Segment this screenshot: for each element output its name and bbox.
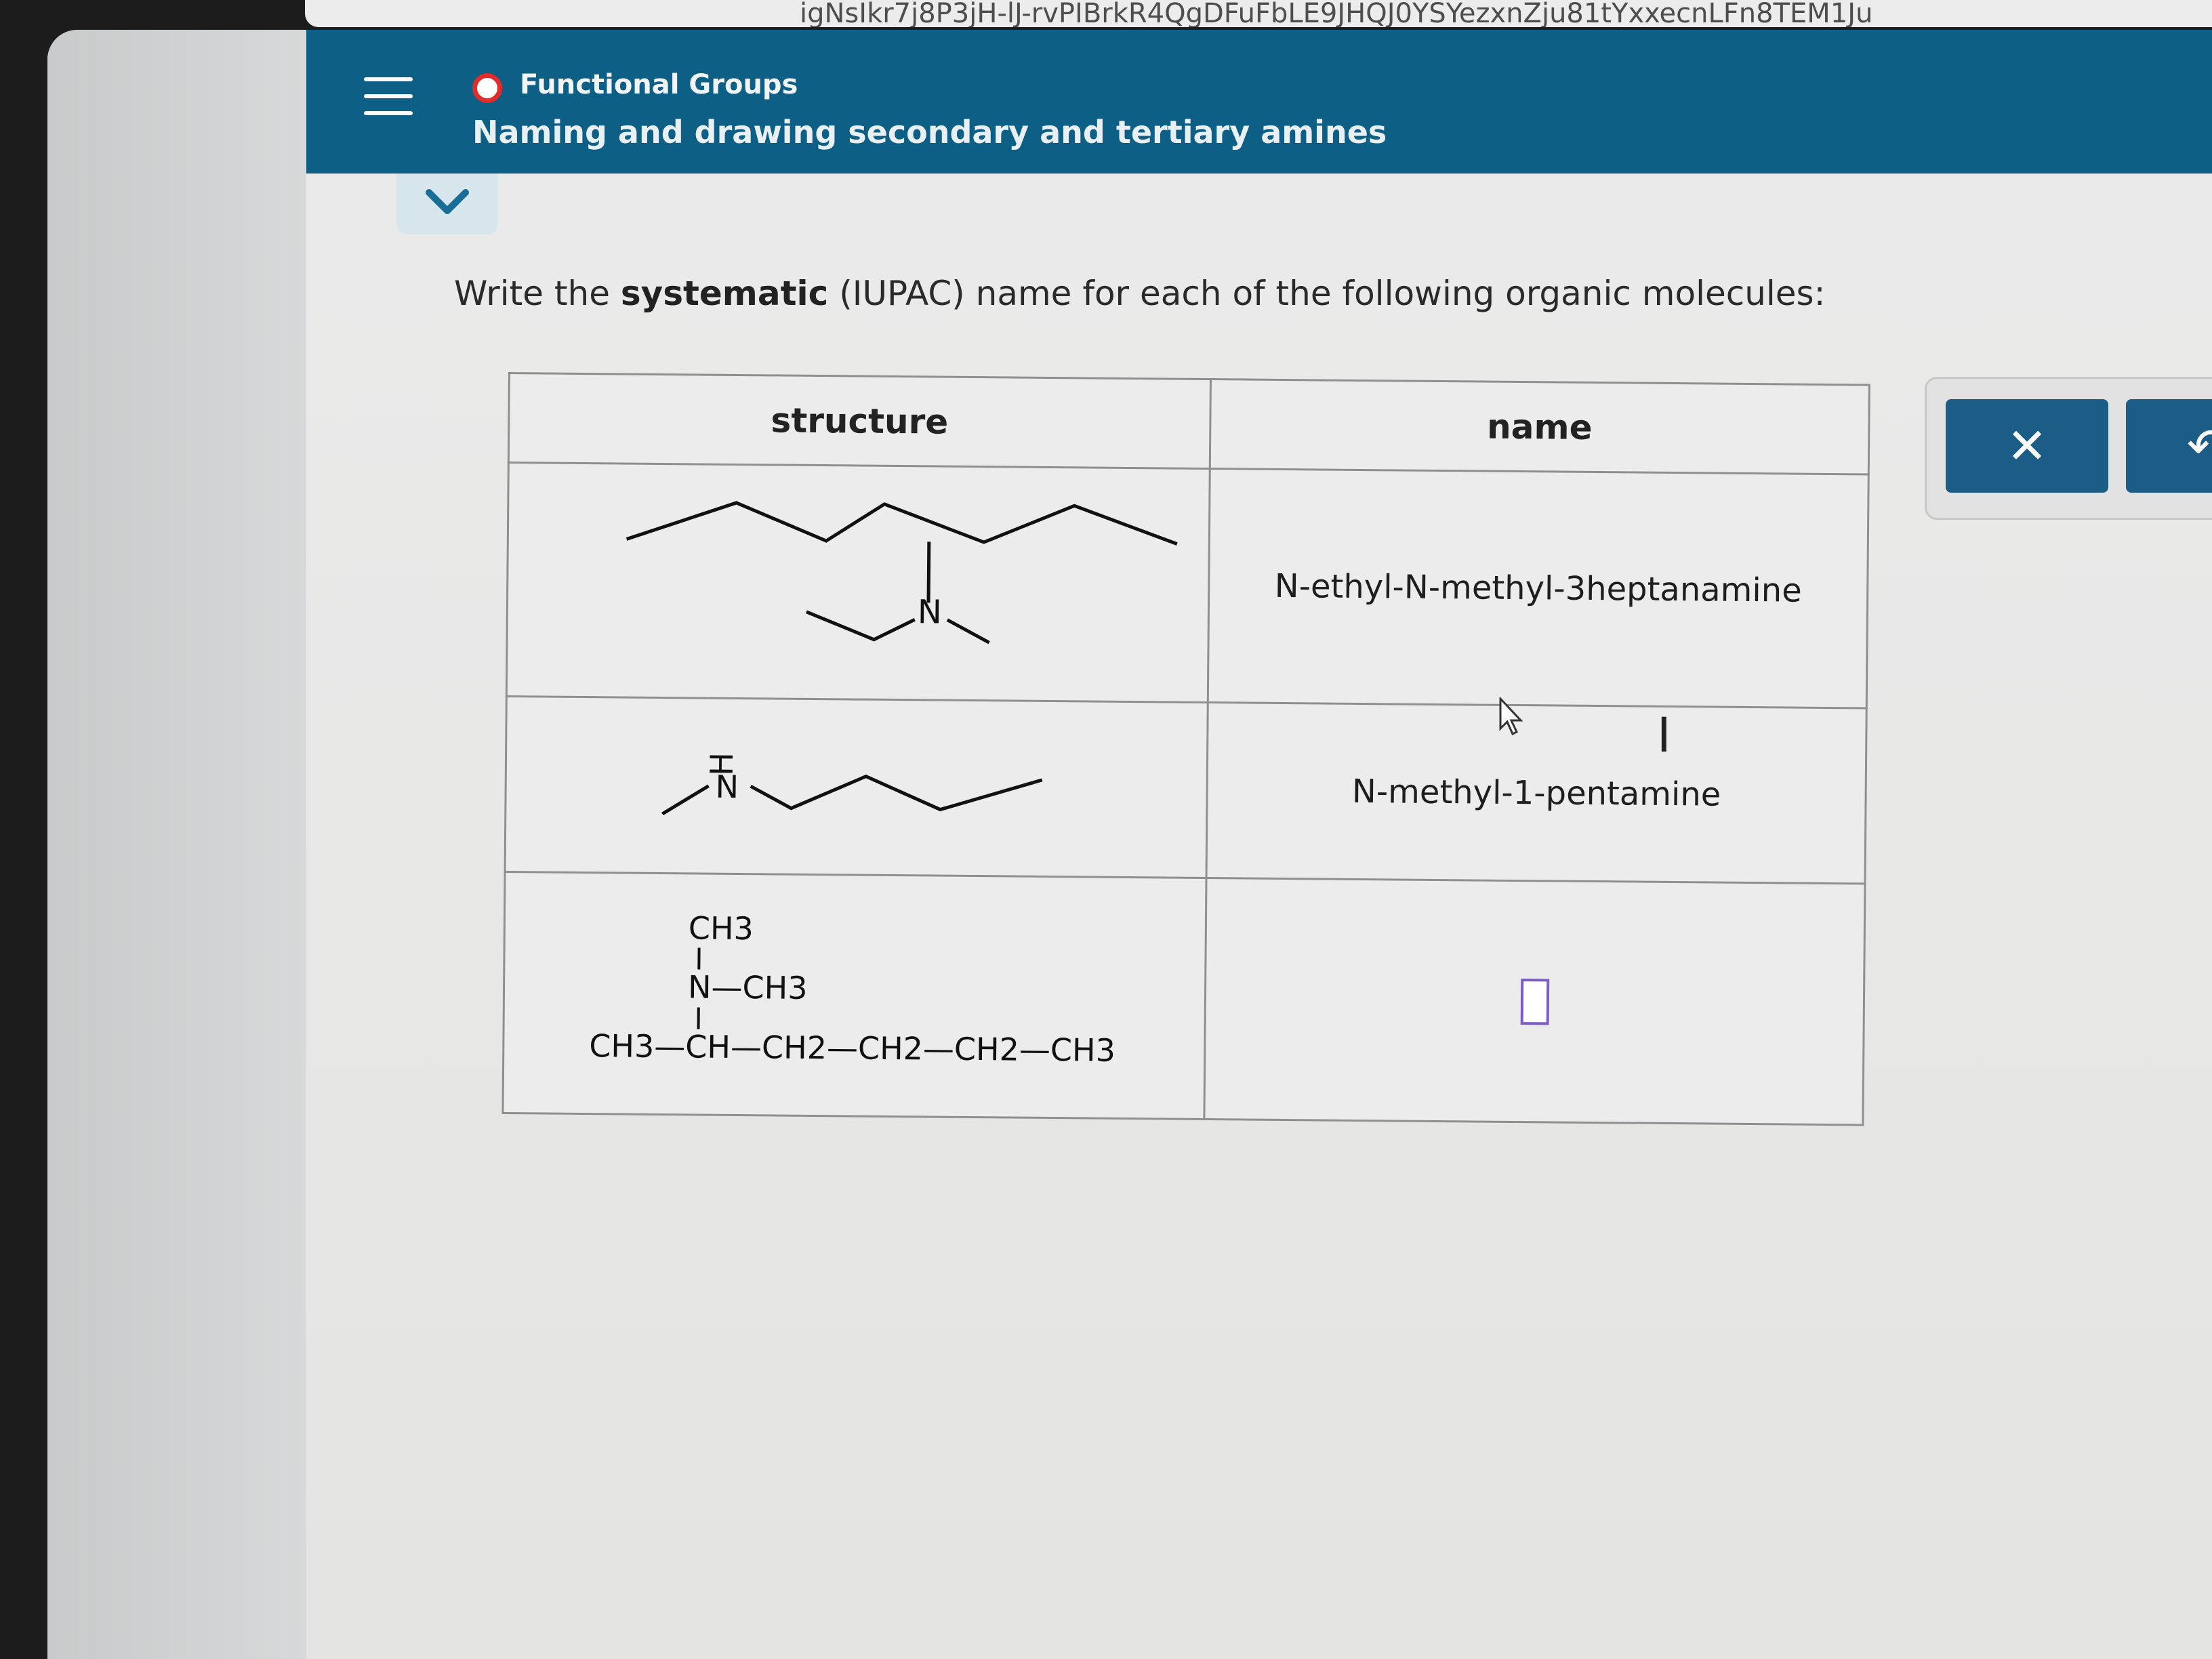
table-row: N N-ethyl-N-methyl-3heptanamine [506,462,1869,709]
molecule-3-diagram: CH3 N—CH3 CH3—CH—CH2—CH2—CH2—CH3 [589,910,1115,1069]
name-cell-3[interactable] [1204,878,1865,1125]
status-dot-icon [472,73,502,103]
molecule-1-diagram: N [626,501,1178,644]
collapse-toggle[interactable] [396,173,498,234]
structure-cell: H N [505,696,1208,878]
close-icon: ✕ [2006,417,2048,474]
structure-cell: N [506,462,1210,703]
methyl-top-label: CH3 [689,910,754,947]
n-methyl-label: N—CH3 [688,969,808,1007]
molecule-2-diagram: H N [661,752,1043,816]
browser-url-bar[interactable]: igNsIkr7j8P3jH-lJ-rvPIBrkR4QgDFuFbLE9JHQ… [305,0,2212,27]
atom-n-label: N [918,593,942,631]
name-answer-2: N-methyl-1-pentamine [1351,773,1721,815]
structure-cell: CH3 N—CH3 CH3—CH—CH2—CH2—CH2—CH3 [502,872,1207,1120]
answer-input-box[interactable] [1520,978,1549,1025]
prompt-suffix: (IUPAC) name for each of the following o… [828,274,1826,313]
tool-panel: ✕ ↶ [1925,377,2212,520]
text-cursor-icon: I [1657,708,1671,763]
main-chain-label: CH3—CH—CH2—CH2—CH2—CH3 [589,1028,1115,1069]
header-name: name [1210,379,1870,475]
table-row: CH3 N—CH3 CH3—CH—CH2—CH2—CH2—CH3 [502,872,1865,1125]
menu-icon[interactable] [364,77,413,115]
header-structure: structure [508,373,1211,469]
topic-label: Functional Groups [520,69,798,100]
clear-button[interactable]: ✕ [1946,399,2108,493]
app-window: Functional Groups Naming and drawing sec… [47,30,2212,1659]
undo-button[interactable]: ↶ [2126,399,2212,493]
name-cell-2[interactable]: N-methyl-1-pentamine [1206,702,1867,884]
name-answer-1: N-ethyl-N-methyl-3heptanamine [1274,567,1802,610]
atom-n-label: N [715,769,739,805]
question-prompt: Write the systematic (IUPAC) name for ea… [454,274,1825,313]
chevron-down-icon [426,189,469,214]
prompt-bold: systematic [620,274,829,313]
undo-icon: ↶ [2186,417,2212,474]
url-text: igNsIkr7j8P3jH-lJ-rvPIBrkR4QgDFuFbLE9JHQ… [800,0,1873,27]
mouse-pointer-icon [1499,697,1523,736]
prompt-prefix: Write the [454,274,621,313]
top-header: Functional Groups Naming and drawing sec… [306,30,2212,173]
left-rail [47,30,306,1659]
name-cell-1[interactable]: N-ethyl-N-methyl-3heptanamine [1208,468,1869,709]
lesson-title: Naming and drawing secondary and tertiar… [472,114,1387,150]
